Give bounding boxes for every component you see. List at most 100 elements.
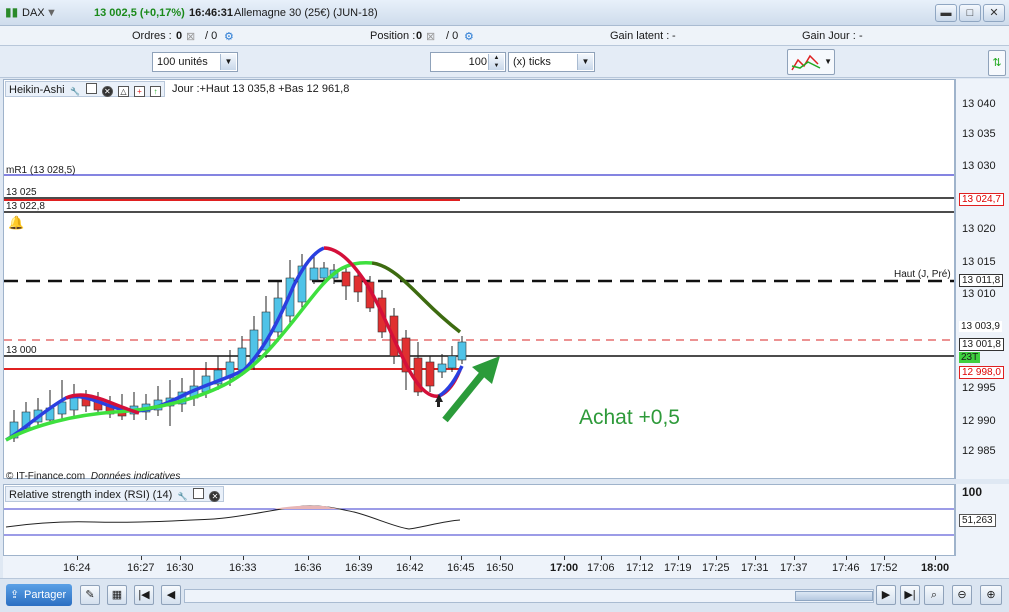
- indicator-menu-button[interactable]: ▼: [787, 49, 835, 75]
- position-label: Position :: [370, 30, 416, 42]
- share-button[interactable]: ⇪ Partager: [6, 584, 72, 606]
- time-label: 16:42: [396, 562, 424, 574]
- bear-candle[interactable]: [425, 361, 435, 387]
- time-axis[interactable]: 16:24 16:27 16:30 16:33 16:36 16:39 16:42 16:45…: [3, 556, 1009, 578]
- scrollbar-thumb[interactable]: [795, 591, 873, 601]
- close-button[interactable]: ✕: [983, 4, 1005, 22]
- zoom-in-icon[interactable]: ⊕: [980, 585, 1002, 605]
- symbol-label[interactable]: DAX: [22, 7, 45, 19]
- window-icon[interactable]: [193, 488, 205, 499]
- orders-label: Ordres :: [132, 30, 172, 42]
- zoom-out-icon[interactable]: ⊖: [952, 585, 972, 605]
- object-list-icon[interactable]: ▦: [107, 585, 127, 605]
- chart-type-icon[interactable]: ▮▮: [5, 5, 19, 19]
- time-tick: [461, 556, 462, 560]
- ytick: 12 995: [962, 382, 996, 394]
- time-tick: [359, 556, 360, 560]
- scroll-left-icon[interactable]: ◀: [161, 585, 181, 605]
- rsi-axis-top: 100: [962, 485, 983, 499]
- ticks-input-value: 100: [468, 56, 487, 68]
- copyright-text: © IT-Finance.com: [6, 471, 86, 482]
- time-label: 17:00: [550, 562, 579, 574]
- time-label: 16:30: [166, 562, 194, 574]
- stepper-icon[interactable]: ▲ ▼: [488, 54, 504, 70]
- chevron-down-icon[interactable]: ▼: [577, 54, 593, 70]
- price-tag: 13 003,9: [959, 321, 1002, 332]
- ticks-input[interactable]: 100 ▲ ▼: [430, 52, 506, 72]
- time-label: 17:12: [626, 562, 654, 574]
- close-circle-icon[interactable]: ✕: [209, 491, 221, 502]
- buy-icon[interactable]: ↑: [150, 86, 162, 97]
- gain-latent-value: -: [672, 30, 676, 42]
- bull-candle[interactable]: [437, 363, 447, 373]
- rsi-label[interactable]: Relative strength index (RSI) (14): [9, 489, 172, 501]
- units-select[interactable]: 100 unités ▼: [152, 52, 238, 72]
- dropdown-arrow-icon[interactable]: ▼: [46, 7, 57, 19]
- time-label: 16:50: [486, 562, 514, 574]
- drawing-tool-icon[interactable]: ✎: [80, 585, 100, 605]
- day-info: Jour :+Haut 13 035,8 +Bas 12 961,8: [172, 83, 350, 95]
- price-chart-canvas[interactable]: [4, 80, 954, 478]
- price-tag: 23T: [959, 352, 981, 363]
- chart-header: Heikin-Ashi 🔧 ✕ △ + ↑: [5, 81, 166, 98]
- orders-bar: Ordres : 0 ⊠ / 0 ⚙ Position : 0 ⊠ / 0 ⚙ …: [0, 26, 1009, 46]
- level-13022-label: 13 022,8: [6, 201, 45, 212]
- ytick: 13 030: [962, 160, 996, 172]
- share-icon: ⇪: [10, 589, 20, 601]
- horizontal-scrollbar[interactable]: [184, 589, 874, 603]
- gain-jour-label: Gain Jour :: [802, 30, 856, 42]
- sell-icon[interactable]: +: [133, 86, 145, 97]
- ytick: 13 020: [962, 223, 996, 235]
- position-close-icon[interactable]: ⊠: [426, 30, 435, 43]
- time-tick: [180, 556, 181, 560]
- bull-candle[interactable]: [309, 267, 319, 281]
- chevron-down-icon[interactable]: ▼: [220, 54, 236, 70]
- gain-latent-label: Gain latent :: [610, 30, 670, 42]
- zoom-fit-icon[interactable]: ⌕: [924, 585, 944, 605]
- bull-candle[interactable]: [447, 355, 457, 369]
- scroll-end-icon[interactable]: ▶|: [900, 585, 920, 605]
- window-icon[interactable]: [85, 83, 97, 94]
- time-label: 17:52: [870, 562, 898, 574]
- bull-candle[interactable]: [457, 341, 467, 361]
- scroll-right-icon[interactable]: ▶: [876, 585, 896, 605]
- ticks-select-value: (x) ticks: [513, 56, 551, 68]
- time-label: 17:46: [832, 562, 860, 574]
- close-circle-icon[interactable]: ✕: [101, 86, 113, 97]
- ticks-select[interactable]: (x) ticks ▼: [508, 52, 595, 72]
- time-label: 16:45: [447, 562, 475, 574]
- scroll-start-icon[interactable]: |◀: [134, 585, 154, 605]
- alarm-bell-icon[interactable]: 🔔: [8, 215, 24, 231]
- ytick: 12 990: [962, 415, 996, 427]
- title-bar: ▮▮ DAX ▼ 13 002,5 (+0,17%) 16:46:31 Alle…: [0, 0, 1009, 26]
- time-tick: [77, 556, 78, 560]
- side-panel-icon[interactable]: ⇅: [988, 50, 1006, 76]
- share-label: Partager: [24, 589, 67, 601]
- orders-close-icon[interactable]: ⊠: [186, 30, 195, 43]
- rsi-panel[interactable]: Relative strength index (RSI) (14) 🔧 ✕: [3, 484, 955, 556]
- position-total: / 0: [446, 30, 459, 42]
- orders-gear-icon[interactable]: ⚙: [224, 30, 234, 43]
- maximize-button[interactable]: □: [959, 4, 981, 22]
- bell-icon[interactable]: △: [117, 86, 129, 97]
- rsi-header: Relative strength index (RSI) (14) 🔧 ✕: [5, 486, 225, 503]
- time-label: 17:37: [780, 562, 808, 574]
- up-marker-stem: [437, 401, 440, 407]
- time-label: 17:25: [702, 562, 730, 574]
- bear-candle[interactable]: [341, 271, 351, 287]
- minimize-button[interactable]: ▬: [935, 4, 957, 22]
- time-label: 16:27: [127, 562, 155, 574]
- indicator-name[interactable]: Heikin-Ashi: [9, 84, 65, 96]
- wrench-icon[interactable]: 🔧: [70, 87, 81, 98]
- rsi-axis[interactable]: 100 51,263: [955, 484, 1009, 556]
- position-gear-icon[interactable]: ⚙: [464, 30, 474, 43]
- instrument-name: Allemagne 30 (25€) (JUN-18): [234, 7, 378, 19]
- wrench-icon[interactable]: 🔧: [177, 492, 188, 503]
- price-axis[interactable]: 13 040 13 035 13 030 13 020 13 015 13 01…: [955, 79, 1009, 479]
- time-tick: [640, 556, 641, 560]
- bull-candle[interactable]: [319, 267, 329, 279]
- time-label: 17:31: [741, 562, 769, 574]
- copyright: © IT-Finance.com Données indicatives: [6, 471, 180, 482]
- price-chart[interactable]: Heikin-Ashi 🔧 ✕ △ + ↑ Jour :+Haut 13 035…: [3, 79, 955, 482]
- mr1-label: mR1 (13 028,5): [6, 165, 76, 176]
